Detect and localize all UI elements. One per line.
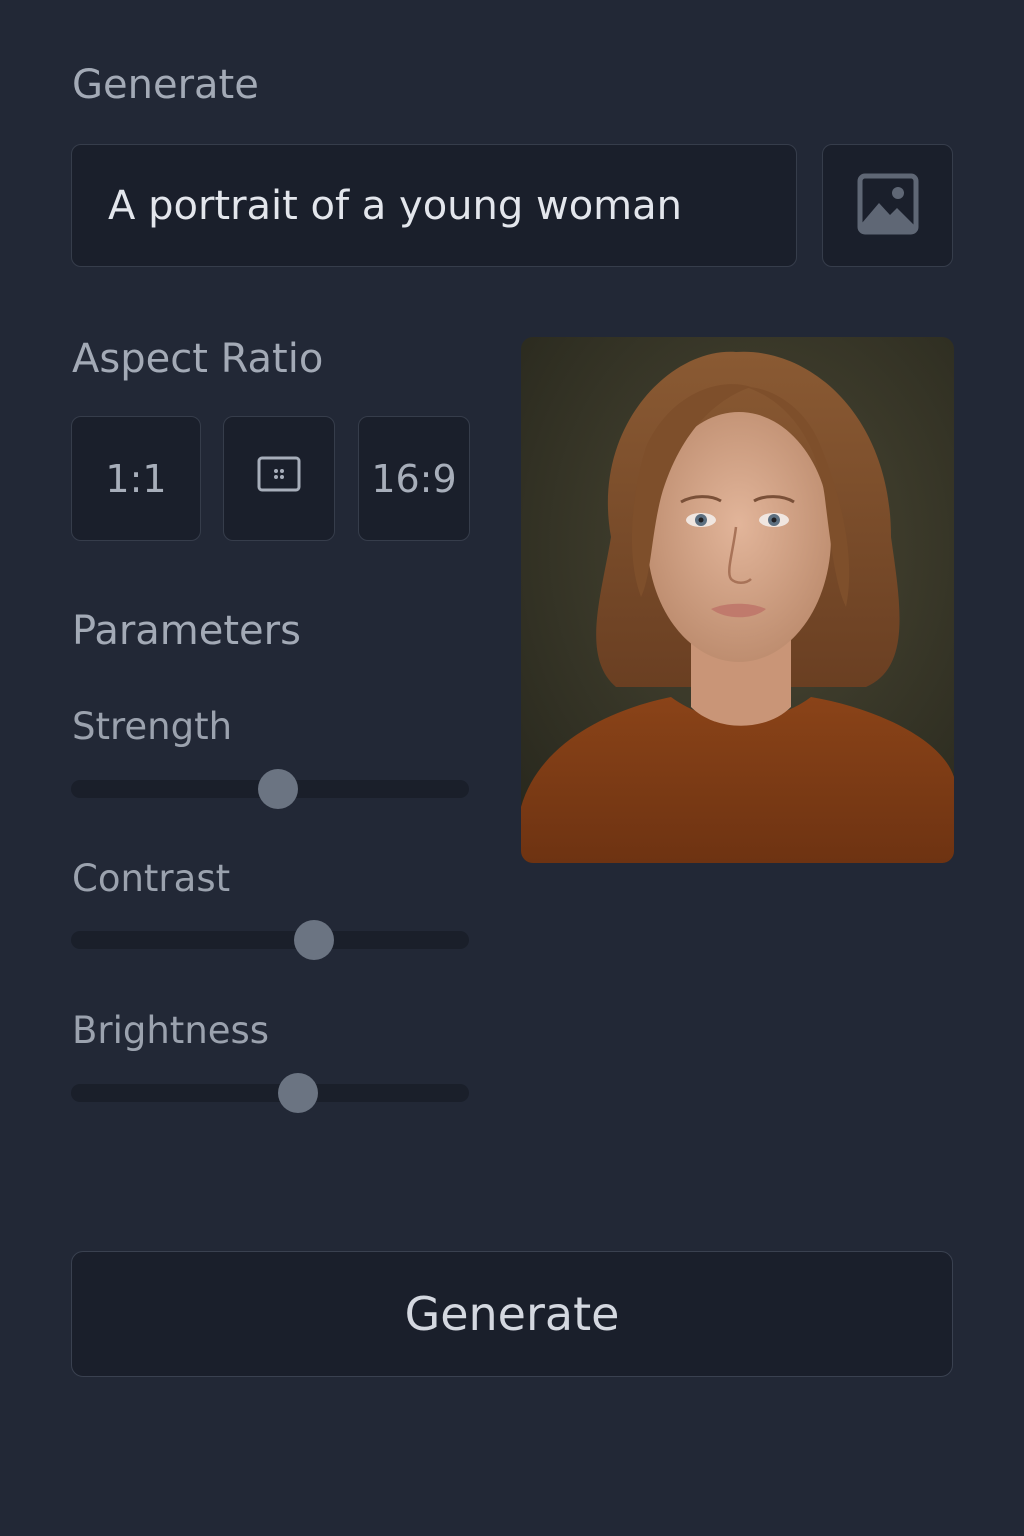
prompt-input[interactable] <box>108 182 796 229</box>
preview-image <box>521 337 954 863</box>
brightness-label: Brightness <box>72 1009 270 1052</box>
aspect-ratio-label: 16:9 <box>371 456 457 501</box>
aspect-ratio-label: 1:1 <box>105 456 167 501</box>
image-icon <box>857 173 919 239</box>
aspect-ratio-1-1-button[interactable]: 1:1 <box>71 416 201 541</box>
aspect-ratio-icon <box>257 456 301 501</box>
contrast-label: Contrast <box>72 857 231 900</box>
aspect-ratio-title: Aspect Ratio <box>72 336 324 382</box>
strength-slider[interactable] <box>71 769 469 809</box>
brightness-slider[interactable] <box>71 1073 469 1113</box>
generate-button[interactable]: Generate <box>71 1251 953 1377</box>
aspect-ratio-custom-button[interactable] <box>223 416 335 541</box>
page-title: Generate <box>72 62 259 108</box>
brightness-slider-thumb[interactable] <box>277 1073 318 1113</box>
contrast-slider[interactable] <box>71 920 469 960</box>
strength-label: Strength <box>72 705 233 748</box>
contrast-slider-thumb[interactable] <box>293 920 334 960</box>
strength-slider-thumb[interactable] <box>257 769 298 809</box>
parameters-title: Parameters <box>72 608 301 654</box>
prompt-field[interactable] <box>71 144 797 267</box>
aspect-ratio-16-9-button[interactable]: 16:9 <box>358 416 470 541</box>
image-upload-button[interactable] <box>822 144 953 267</box>
